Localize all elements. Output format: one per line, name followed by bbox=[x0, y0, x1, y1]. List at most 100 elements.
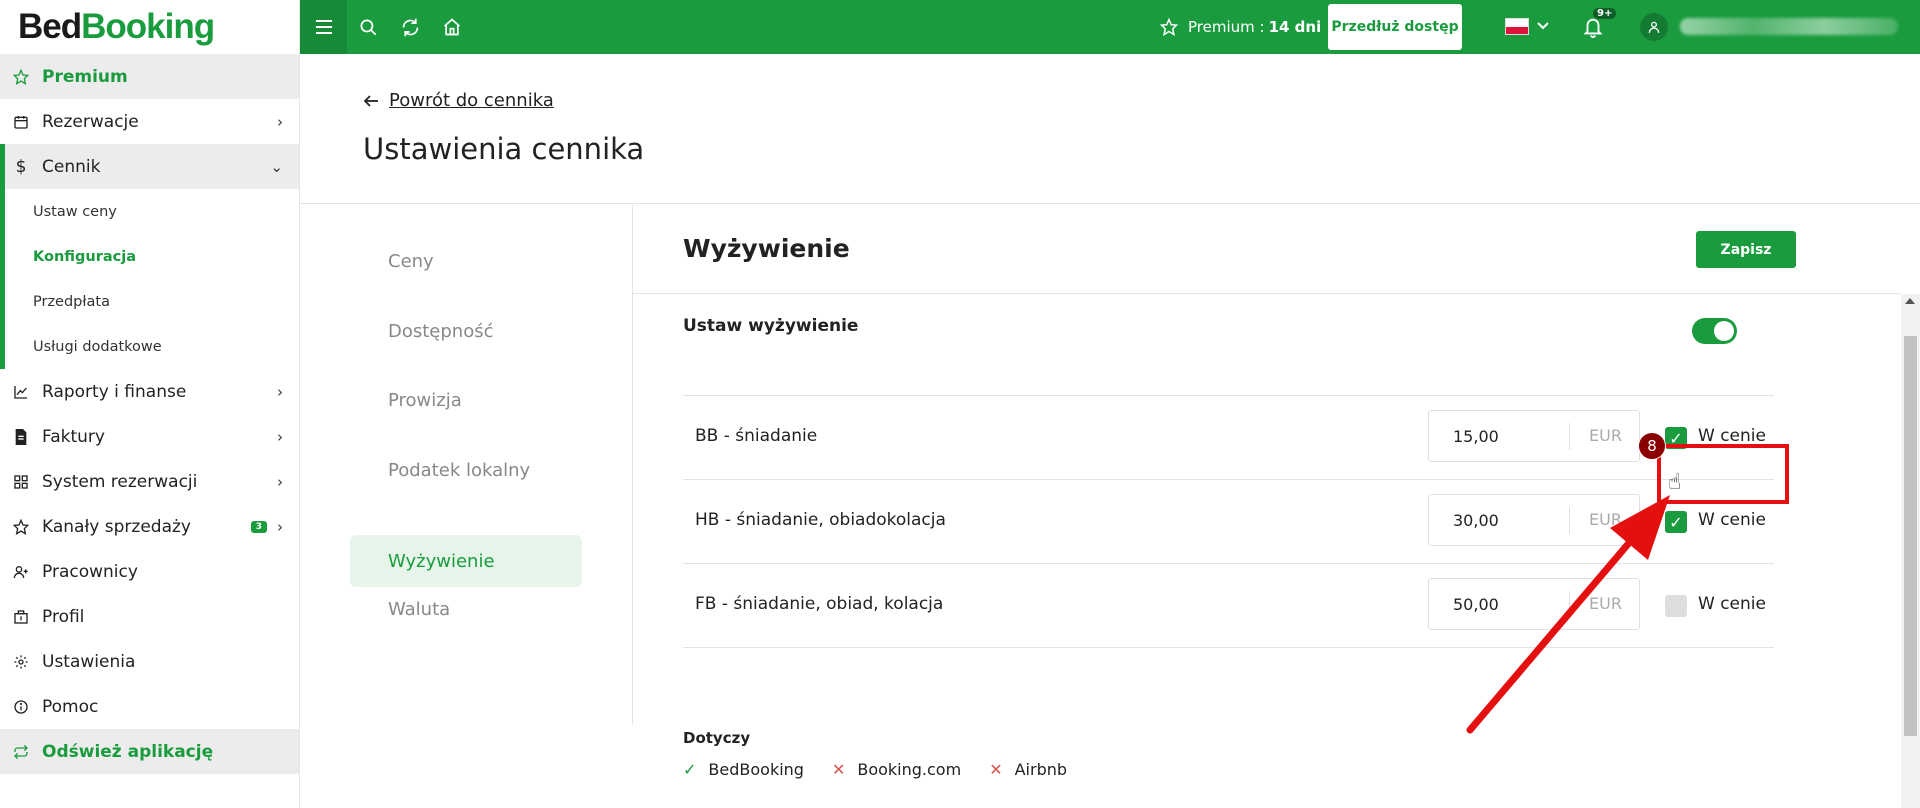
subnav-wyzywienie[interactable]: Wyżywienie bbox=[350, 535, 582, 587]
sidebar-subitem-konfiguracja[interactable]: Konfiguracja bbox=[5, 234, 299, 279]
sidebar-item-cennik[interactable]: $ Cennik ⌄ bbox=[0, 144, 299, 189]
sidebar-item-raporty[interactable]: Raporty i finanse › bbox=[0, 369, 299, 414]
chevron-right-icon: › bbox=[277, 112, 283, 131]
sidebar-item-label: Rezerwacje bbox=[42, 111, 139, 132]
scroll-up-arrow-icon[interactable] bbox=[1905, 298, 1915, 304]
sidebar-item-label: Premium bbox=[42, 66, 128, 87]
sidebar-subitem-przedplata[interactable]: Przedpłata bbox=[5, 279, 299, 324]
premium-days: 14 dni bbox=[1268, 18, 1322, 36]
chart-icon bbox=[12, 383, 30, 401]
logo[interactable]: Bed Booking bbox=[0, 0, 299, 54]
search-icon[interactable] bbox=[347, 0, 389, 54]
in-price-label: W cenie bbox=[1698, 594, 1766, 614]
cross-icon: ✕ bbox=[989, 760, 1003, 779]
sidebar: Bed Booking Premium Rezerwacje › $ Cennik… bbox=[0, 0, 300, 808]
sidebar-item-label: Profil bbox=[42, 606, 85, 627]
chevron-right-icon: › bbox=[277, 427, 283, 446]
sidebar-item-label: Odśwież aplikację bbox=[42, 741, 214, 762]
sidebar-item-rezerwacje[interactable]: Rezerwacje › bbox=[0, 99, 299, 144]
applies-label: Dotyczy bbox=[683, 729, 751, 747]
sidebar-item-label: Ustawienia bbox=[42, 651, 136, 672]
meal-row-bb: BB - śniadanie 15,00 EUR ✓ W cenie bbox=[683, 396, 1774, 480]
refresh-icon bbox=[12, 743, 30, 761]
invoice-icon bbox=[12, 428, 30, 446]
in-price-label: W cenie bbox=[1698, 426, 1766, 446]
logo-text-booking: Booking bbox=[81, 7, 215, 46]
scrollbar-thumb[interactable] bbox=[1904, 336, 1917, 736]
page-header: Powrót do cennika Ustawienia cennika bbox=[300, 54, 1920, 204]
save-button[interactable]: Zapisz bbox=[1696, 231, 1796, 268]
sidebar-item-label: Kanały sprzedaży bbox=[42, 516, 191, 537]
sidebar-item-system-rezerwacji[interactable]: System rezerwacji › bbox=[0, 459, 299, 504]
star-icon bbox=[12, 518, 30, 536]
price-value: 15,00 bbox=[1453, 427, 1499, 446]
sidebar-item-faktury[interactable]: Faktury › bbox=[0, 414, 299, 459]
page-title: Ustawienia cennika bbox=[363, 132, 645, 166]
meal-name: BB - śniadanie bbox=[695, 426, 818, 446]
dollar-icon: $ bbox=[15, 156, 27, 177]
sidebar-subitem-uslugi-dodatkowe[interactable]: Usługi dodatkowe bbox=[5, 324, 299, 369]
user-name-blurred[interactable] bbox=[1680, 18, 1898, 35]
refresh-icon[interactable] bbox=[389, 0, 431, 54]
channel-name: Booking.com bbox=[857, 760, 962, 779]
subnav-dostepnosc[interactable]: Dostępność bbox=[350, 305, 582, 357]
home-icon[interactable] bbox=[431, 0, 473, 54]
sidebar-item-premium[interactable]: Premium bbox=[0, 54, 299, 99]
sidebar-item-label: Pomoc bbox=[42, 696, 99, 717]
annotation-arrow-icon bbox=[1466, 495, 1670, 734]
sidebar-item-label: Pracownicy bbox=[42, 561, 138, 582]
sidebar-item-label: Cennik bbox=[42, 156, 101, 177]
channel-bedbooking: ✓ BedBooking bbox=[683, 760, 804, 779]
meal-toggle-label: Ustaw wyżywienie bbox=[683, 316, 859, 336]
chevron-down-icon[interactable] bbox=[1536, 16, 1550, 36]
subnav-prowizja[interactable]: Prowizja bbox=[350, 374, 582, 426]
chevron-right-icon: › bbox=[277, 472, 283, 491]
sidebar-subitem-ustaw-ceny[interactable]: Ustaw ceny bbox=[5, 189, 299, 234]
channel-name: Airbnb bbox=[1014, 760, 1068, 779]
sidebar-item-label: System rezerwacji bbox=[42, 471, 198, 492]
sidebar-item-kanaly[interactable]: Kanały sprzedaży 3 › bbox=[0, 504, 299, 549]
subnav-podatek-lokalny[interactable]: Podatek lokalny bbox=[350, 444, 582, 496]
back-link-label: Powrót do cennika bbox=[389, 90, 554, 111]
sidebar-item-profil[interactable]: Profil bbox=[0, 594, 299, 639]
sidebar-item-label: Faktury bbox=[42, 426, 105, 447]
back-to-pricelist-link[interactable]: Powrót do cennika bbox=[363, 90, 554, 111]
extend-access-button[interactable]: Przedłuż dostęp bbox=[1328, 4, 1462, 50]
subnav-waluta[interactable]: Waluta bbox=[350, 583, 582, 635]
meal-toggle-switch[interactable] bbox=[1692, 318, 1737, 344]
annotation-step-number: 8 bbox=[1638, 432, 1666, 460]
menu-icon[interactable] bbox=[300, 0, 347, 54]
arrow-left-icon bbox=[363, 94, 378, 107]
scrollbar[interactable] bbox=[1901, 294, 1920, 808]
check-icon: ✓ bbox=[683, 760, 697, 779]
sidebar-item-ustawienia[interactable]: Ustawienia bbox=[0, 639, 299, 684]
logo-text-bed: Bed bbox=[18, 7, 82, 46]
channel-list: ✓ BedBooking ✕ Booking.com ✕ Airbnb bbox=[683, 760, 1095, 779]
price-input[interactable]: 15,00 EUR bbox=[1428, 410, 1640, 462]
notification-count-badge: 9+ bbox=[1593, 8, 1617, 19]
channel-booking-com: ✕ Booking.com bbox=[832, 760, 961, 779]
sidebar-item-refresh[interactable]: Odśwież aplikację bbox=[0, 729, 299, 774]
user-add-icon bbox=[12, 563, 30, 581]
premium-label: Premium : bbox=[1188, 18, 1265, 36]
chevron-right-icon: › bbox=[277, 517, 283, 536]
topbar: Premium : 14 dni Przedłuż dostęp 9+ bbox=[300, 0, 1920, 54]
channel-airbnb: ✕ Airbnb bbox=[989, 760, 1067, 779]
sidebar-item-label: Raporty i finanse bbox=[42, 381, 187, 402]
settings-subnav: Ceny Dostępność Prowizja Podatek lokalny… bbox=[300, 205, 633, 725]
sidebar-submenu-cennik: Ustaw ceny Konfiguracja Przedpłata Usług… bbox=[0, 189, 299, 369]
calendar-icon bbox=[12, 113, 30, 131]
user-icon bbox=[1648, 21, 1660, 33]
grid-icon bbox=[12, 473, 30, 491]
sidebar-item-pracownicy[interactable]: Pracownicy bbox=[0, 549, 299, 594]
premium-info: Premium : 14 dni bbox=[1160, 0, 1321, 54]
gear-icon bbox=[12, 653, 30, 671]
section-header: Wyżywienie Zapisz bbox=[633, 205, 1901, 294]
subnav-ceny[interactable]: Ceny bbox=[350, 235, 582, 287]
poland-flag-icon[interactable] bbox=[1505, 18, 1529, 35]
meal-settings-panel: Wyżywienie Zapisz Ustaw wyżywienie BB - … bbox=[633, 205, 1920, 808]
user-avatar[interactable] bbox=[1640, 13, 1668, 41]
meal-name: FB - śniadanie, obiad, kolacja bbox=[695, 594, 944, 614]
sidebar-item-pomoc[interactable]: Pomoc bbox=[0, 684, 299, 729]
info-icon bbox=[12, 698, 30, 716]
